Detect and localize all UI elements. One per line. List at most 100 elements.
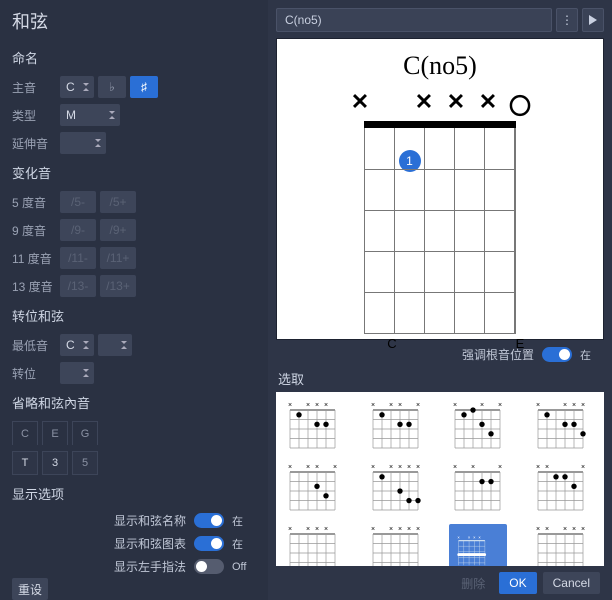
tone-5[interactable]: 5	[72, 451, 98, 475]
svg-text:×: ×	[571, 526, 575, 533]
svg-text:×: ×	[544, 526, 548, 533]
svg-text:×: ×	[315, 526, 319, 533]
voicing-5[interactable]: ×××××	[367, 462, 425, 514]
svg-text:×: ×	[324, 526, 328, 533]
svg-text:×: ×	[580, 526, 584, 533]
alt13-plus[interactable]: /13+	[100, 275, 136, 297]
show-finger-label: 显示左手指法	[114, 558, 186, 575]
section-altered: 变化音	[12, 163, 254, 182]
svg-text:×: ×	[562, 402, 566, 409]
alt9-label: 9 度音	[12, 222, 56, 239]
alt5-label: 5 度音	[12, 194, 56, 211]
voicing-11[interactable]: × × × × ×	[532, 524, 590, 566]
voicing-9[interactable]: ×××××	[367, 524, 425, 566]
type-select[interactable]: M	[60, 104, 120, 126]
chord-preview-panel: ⋮ C(no5) ✕ ✕ ✕ ✕ 〇 1	[268, 0, 612, 600]
svg-text:×: ×	[562, 526, 566, 533]
svg-text:×: ×	[480, 402, 484, 409]
show-finger-toggle[interactable]	[194, 559, 224, 574]
chord-name-input[interactable]	[276, 8, 552, 32]
alt13-minus[interactable]: /13-	[60, 275, 96, 297]
svg-text:×: ×	[306, 464, 310, 471]
svg-text:×: ×	[478, 535, 481, 540]
svg-text:×: ×	[415, 402, 419, 409]
bass-select[interactable]: C	[60, 334, 94, 356]
voicing-6[interactable]: ×××	[449, 462, 507, 514]
svg-text:×: ×	[457, 535, 460, 540]
tone-values: T 3 5	[12, 451, 254, 475]
svg-text:×: ×	[388, 464, 392, 471]
menu-button[interactable]: ⋮	[556, 8, 578, 32]
type-label: 类型	[12, 107, 56, 124]
play-button[interactable]	[582, 8, 604, 32]
svg-text:×: ×	[498, 464, 502, 471]
alt5-plus[interactable]: /5+	[100, 191, 136, 213]
svg-text:×: ×	[288, 402, 292, 409]
tone-3[interactable]: 3	[42, 451, 68, 475]
bass-label: 最低音	[12, 337, 56, 354]
svg-text:×: ×	[453, 464, 457, 471]
emphasize-label: 强调根音位置	[462, 346, 534, 363]
voicing-8[interactable]: × × × ×	[284, 524, 342, 566]
section-display: 显示选项	[12, 484, 254, 503]
voicing-0[interactable]: ××××	[284, 400, 342, 452]
alt9-plus[interactable]: /9+	[100, 219, 136, 241]
flat-button[interactable]: ♭	[98, 76, 126, 98]
show-name-label: 显示和弦名称	[114, 512, 186, 529]
root-select[interactable]: C	[60, 76, 94, 98]
ext-select[interactable]	[60, 132, 106, 154]
reset-button[interactable]: 重设	[12, 578, 48, 600]
tone-headers: C E G	[12, 421, 254, 445]
svg-text:×: ×	[397, 464, 401, 471]
alt11-plus[interactable]: /11+	[100, 247, 136, 269]
section-slash: 转位和弦	[12, 306, 254, 325]
svg-text:×: ×	[306, 402, 310, 409]
voicing-4[interactable]: × × × ×	[284, 462, 342, 514]
section-naming: 命名	[12, 48, 254, 67]
chord-diagram: C(no5) ✕ ✕ ✕ ✕ 〇 1	[276, 38, 604, 340]
svg-text:×: ×	[388, 526, 392, 533]
chord-settings-panel: 和弦 命名 主音 C ♭ ♯ 类型 M 延伸音 变化音 5 度音/5-/5+ 9…	[0, 0, 268, 600]
alt11-label: 11 度音	[12, 250, 56, 267]
delete-link[interactable]: 删除	[461, 575, 485, 592]
alt9-minus[interactable]: /9-	[60, 219, 96, 241]
show-diagram-label: 显示和弦图表	[114, 535, 186, 552]
svg-text:×: ×	[388, 402, 392, 409]
svg-text:×: ×	[333, 464, 337, 471]
voicing-1[interactable]: ××××	[367, 400, 425, 452]
ok-button[interactable]: OK	[499, 572, 536, 594]
tone-t[interactable]: T	[12, 451, 38, 475]
svg-text:×: ×	[468, 535, 471, 540]
svg-text:×: ×	[397, 526, 401, 533]
cancel-button[interactable]: Cancel	[543, 572, 600, 594]
emphasize-toggle[interactable]	[542, 347, 572, 362]
alt11-minus[interactable]: /11-	[60, 247, 96, 269]
show-name-toggle[interactable]	[194, 513, 224, 528]
sharp-button[interactable]: ♯	[130, 76, 158, 98]
svg-text:×: ×	[544, 464, 548, 471]
svg-text:×: ×	[315, 464, 319, 471]
svg-text:×: ×	[306, 526, 310, 533]
diagram-title: C(no5)	[403, 51, 477, 81]
svg-text:×: ×	[288, 464, 292, 471]
voicing-10[interactable]: ××××	[449, 524, 507, 566]
svg-text:×: ×	[535, 402, 539, 409]
voicing-3[interactable]: ××××	[532, 400, 590, 452]
svg-text:×: ×	[571, 402, 575, 409]
fretboard: 1	[364, 121, 516, 334]
alt5-minus[interactable]: /5-	[60, 191, 96, 213]
inversion-select[interactable]	[60, 362, 94, 384]
section-omit: 省略和弦內音	[12, 393, 254, 412]
show-diagram-toggle[interactable]	[194, 536, 224, 551]
voicing-2[interactable]: × × ×	[449, 400, 507, 452]
bass-acc-select[interactable]	[98, 334, 132, 356]
svg-text:×: ×	[498, 402, 502, 409]
svg-text:×: ×	[453, 402, 457, 409]
svg-text:×: ×	[415, 526, 419, 533]
svg-text:×: ×	[370, 464, 374, 471]
inversion-label: 转位	[12, 365, 56, 382]
svg-text:×: ×	[535, 526, 539, 533]
voicing-7[interactable]: ×××	[532, 462, 590, 514]
svg-text:×: ×	[288, 526, 292, 533]
svg-text:×: ×	[473, 535, 476, 540]
